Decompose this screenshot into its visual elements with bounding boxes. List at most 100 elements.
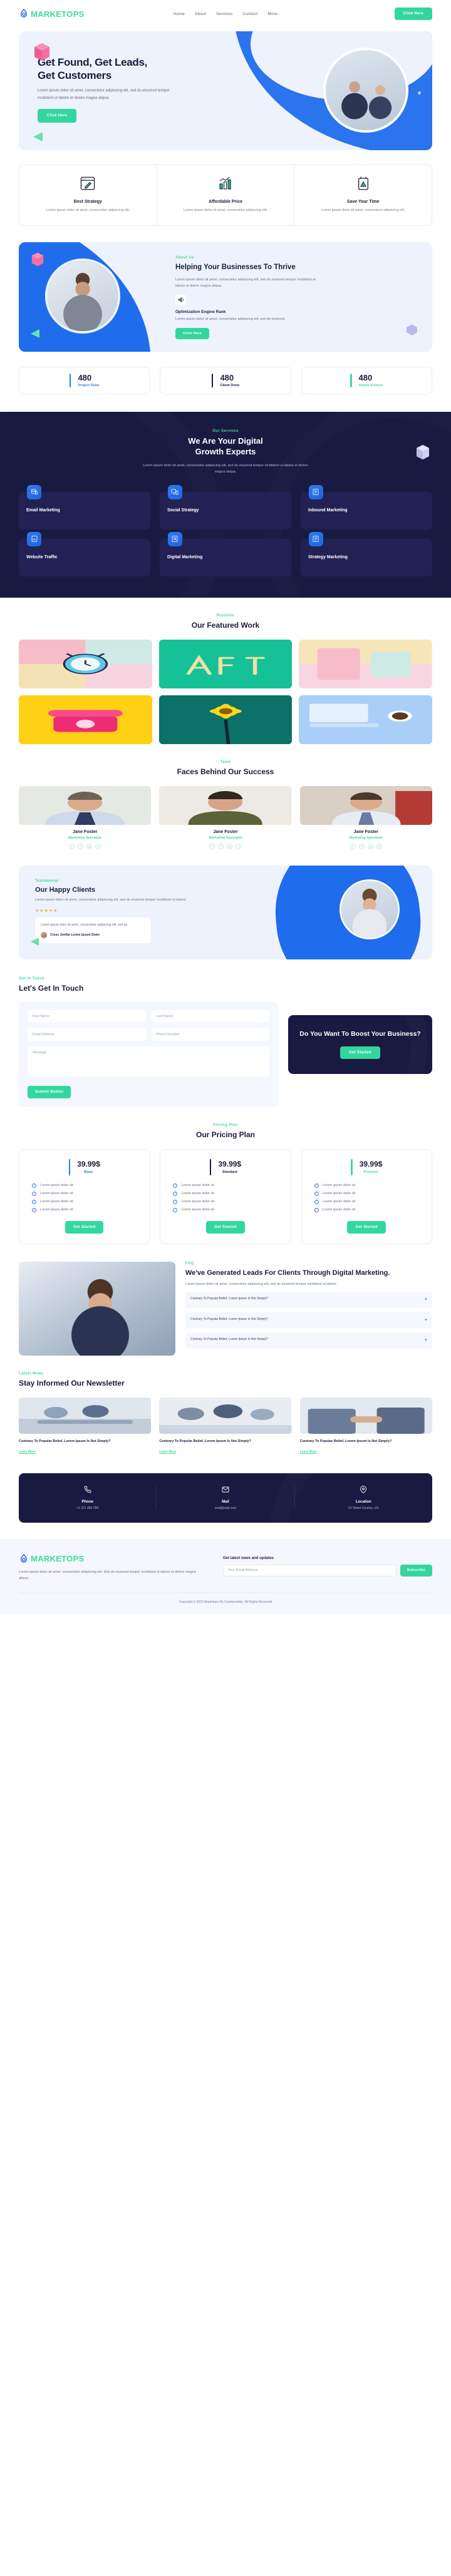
twitter-icon[interactable]: t [350, 843, 356, 849]
team-eyebrow: Team [220, 760, 231, 764]
about-photo [45, 258, 120, 334]
plus-icon: + [424, 1297, 427, 1302]
office-meeting-photo [19, 1397, 152, 1434]
facebook-icon[interactable]: f [218, 843, 224, 849]
blog-section: Latest News Stay Informed Our Newsletter… [0, 1356, 451, 1456]
nav-item-home[interactable]: Home [174, 12, 185, 16]
faq-item[interactable]: Contrary To Popular Belief, Lorem Ipsum … [185, 1332, 432, 1349]
email-input[interactable] [28, 1028, 146, 1041]
google-icon[interactable]: g [367, 843, 373, 849]
pricing-plan-name: Basic [84, 1170, 93, 1174]
team-title: Faces Behind Our Success [177, 767, 274, 776]
portfolio-item-pasta-letters[interactable] [158, 639, 293, 688]
testimonial-author-row: Cross Jenifar Lorem Ipsum Dolor [41, 932, 145, 939]
newsletter-email-input[interactable] [223, 1564, 397, 1577]
team-member-role: Marketing Specialist [209, 836, 242, 840]
google-icon[interactable]: g [227, 843, 233, 849]
instagram-icon[interactable]: o [376, 843, 382, 849]
hero-cta-button[interactable]: Click Here [38, 108, 77, 123]
testimonial-title: Our Happy Clients [35, 886, 95, 894]
testimonial-eyebrow: Testimonial [35, 879, 59, 883]
subscribe-button[interactable]: Subscribe [400, 1564, 432, 1577]
portfolio-item-yellow-flower[interactable] [158, 695, 293, 744]
team-member-role: Marketing Specialist [68, 836, 102, 840]
service-card-strategy-marketing[interactable]: Strategy Marketing [300, 531, 432, 576]
blog-card[interactable]: Contrary To Popular Belief, Lorem Ipsum … [19, 1397, 152, 1456]
service-card-digital-marketing[interactable]: Digital Marketing [159, 531, 291, 576]
website-traffic-icon [27, 531, 41, 546]
portfolio-item-pink-telephone[interactable] [19, 695, 152, 744]
submit-button[interactable]: Submit Button [28, 1085, 71, 1098]
feature-text: Lorem ipsum dolor sit amet, consectetur … [184, 208, 267, 212]
portfolio-item-alarm-clock[interactable] [19, 639, 152, 688]
google-icon[interactable]: g [86, 843, 93, 849]
team-member-card: Jane Foster Marketing Specialist t f g o [159, 785, 292, 849]
testimonial-content: Testimonial Our Happy Clients Lorem ipsu… [35, 879, 198, 944]
pricing-feature-text: Lorem ipsum dolor sit [181, 1208, 214, 1212]
message-textarea[interactable] [28, 1046, 269, 1076]
blog-card[interactable]: Contrary To Popular Belief, Lorem Ipsum … [299, 1397, 432, 1456]
feature-text: Lorem ipsum dolor sit amet, consectetur … [321, 208, 405, 212]
blog-image [19, 1397, 152, 1434]
last-name-input[interactable] [151, 1009, 269, 1023]
hero-title: Get Found, Get Leads, Get Customers [38, 56, 207, 82]
brand-logo[interactable]: MARKETOPS [19, 9, 85, 19]
nav-item-contact[interactable]: Contact [243, 12, 258, 16]
get-started-button[interactable]: Get Started [340, 1046, 380, 1060]
about-cta-button[interactable]: Click Here [175, 327, 209, 339]
pricing-feature-text: Lorem ipsum dolor sit [181, 1192, 214, 1196]
nav-item-about[interactable]: About [195, 12, 206, 16]
blog-card-title: Contrary To Popular Belief, Lorem Ipsum … [19, 1439, 111, 1443]
service-card-inbound-marketing[interactable]: Inbound Marketing [300, 484, 432, 529]
service-card-website-traffic[interactable]: Website Traffic [19, 531, 150, 576]
pricing-head: 39.99$ Premium [309, 1158, 424, 1175]
faq-photo [19, 1261, 175, 1356]
service-card-social-strategy[interactable]: Social Strategy [159, 484, 291, 529]
alarm-clock-photo [19, 639, 152, 688]
facebook-icon[interactable]: f [78, 843, 84, 849]
footer-brand-logo[interactable]: MARKETOPS [19, 1553, 207, 1564]
instagram-icon[interactable]: o [95, 843, 101, 849]
plus-icon: + [424, 1338, 427, 1343]
service-card-email-marketing[interactable]: Email Marketing [19, 484, 150, 529]
team-member-socials: t f g o [159, 843, 291, 849]
hero-dot-decoration [418, 91, 421, 95]
team-member-socials: t f g o [19, 843, 151, 849]
nav-item-services[interactable]: Services [216, 12, 233, 16]
plus-icon: + [424, 1317, 427, 1322]
team-member-card: Jane Foster Marketing Specialist t f g o [19, 785, 152, 849]
blog-grid: Contrary To Popular Belief, Lorem Ipsum … [19, 1397, 432, 1456]
check-icon: ✓ [32, 1191, 36, 1196]
digital-marketing-icon [167, 531, 182, 546]
blog-learn-more-link[interactable]: Learn More [159, 1450, 176, 1454]
blog-learn-more-link[interactable]: Learn More [300, 1450, 317, 1454]
about-lead: Lorem ipsum dolor sit amet, consectetur … [175, 277, 316, 288]
nav-item-more[interactable]: More - [267, 12, 280, 16]
header-cta-button[interactable]: Click Here [394, 8, 432, 20]
pricing-section: Pricing Plan Our Pricing Plan 39.99$ Bas… [0, 1107, 451, 1244]
facebook-icon[interactable]: f [358, 843, 365, 849]
twitter-icon[interactable]: t [69, 843, 75, 849]
instagram-icon[interactable]: o [236, 843, 242, 849]
blog-learn-more-link[interactable]: Learn More [19, 1450, 36, 1454]
stat-bar [211, 373, 214, 387]
blog-card[interactable]: Contrary To Popular Belief, Lorem Ipsum … [159, 1397, 292, 1456]
twitter-icon[interactable]: t [209, 843, 215, 849]
first-name-input[interactable] [28, 1009, 146, 1023]
services-eyebrow: Our Services [212, 429, 239, 433]
phone-input[interactable] [151, 1028, 269, 1041]
blog-image [299, 1397, 432, 1434]
pricing-feature: ✓ Lorem ipsum dolor sit [32, 1207, 142, 1212]
portfolio-item-pink-pastel[interactable] [299, 639, 432, 688]
check-icon: ✓ [314, 1183, 319, 1188]
site-footer: MARKETOPS Lorem ipsum dolor sit amet, co… [0, 1538, 451, 1615]
pricing-button[interactable]: Get Started [206, 1220, 245, 1234]
faq-question: Contrary To Popular Belief, Lorem Ipsum … [190, 1297, 268, 1301]
pricing-button[interactable]: Get Started [65, 1220, 104, 1234]
services-section: Our Services We Are Your Digital Growth … [0, 411, 451, 598]
portfolio-item-desk-coffee[interactable] [299, 695, 432, 744]
pricing-button[interactable]: Get Started [347, 1220, 386, 1234]
faq-item[interactable]: Contrary To Popular Belief, Lorem Ipsum … [185, 1312, 432, 1329]
megaphone-icon [175, 294, 186, 305]
faq-item[interactable]: Contrary To Popular Belief, Lorem Ipsum … [185, 1292, 432, 1308]
